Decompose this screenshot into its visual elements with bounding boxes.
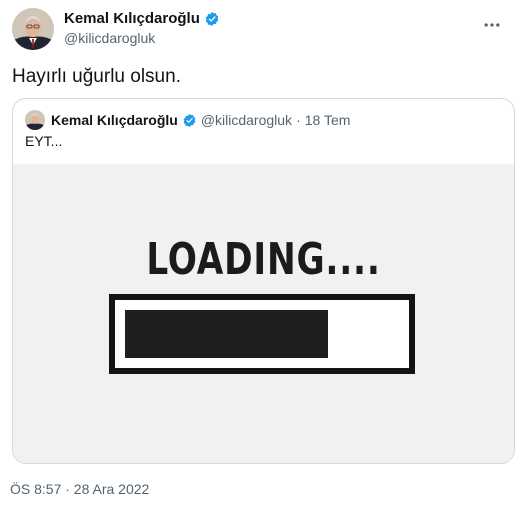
verified-badge-icon [205, 12, 219, 26]
quoted-avatar-photo [25, 110, 45, 130]
more-options-button[interactable] [475, 8, 509, 42]
quoted-tweet-header: Kemal Kılıçdaroğlu @kilicdarogluk · 18 T… [25, 110, 350, 130]
author-name[interactable]: Kemal Kılıçdaroğlu [64, 10, 200, 28]
quoted-author-handle: @kilicdarogluk [200, 112, 293, 128]
author-avatar[interactable] [12, 8, 54, 50]
tweet-timestamp[interactable]: ÖS 8:57 · 28 Ara 2022 [10, 481, 149, 497]
loading-progress-fill [125, 310, 328, 358]
quoted-tweet-text: EYT... [25, 133, 63, 149]
tweet-header: Kemal Kılıçdaroğlu @kilicdarogluk [12, 8, 509, 52]
quoted-tweet[interactable]: Kemal Kılıçdaroğlu @kilicdarogluk · 18 T… [12, 98, 515, 464]
quoted-tweet-image[interactable]: LOADING.... [13, 164, 514, 463]
more-icon [484, 23, 500, 27]
quoted-author-avatar [25, 110, 45, 130]
loading-progress-bar [109, 294, 415, 374]
tweet-text: Hayırlı uğurlu olsun. [12, 66, 181, 87]
quoted-date: 18 Tem [304, 112, 351, 128]
quoted-separator: · [296, 112, 301, 128]
author-handle[interactable]: @kilicdarogluk [64, 28, 220, 48]
author-name-row[interactable]: Kemal Kılıçdaroğlu [64, 10, 220, 28]
quoted-author-name: Kemal Kılıçdaroğlu [51, 112, 178, 128]
avatar-photo [12, 8, 54, 50]
verified-badge-icon [183, 113, 196, 127]
loading-text: LOADING.... [146, 234, 381, 285]
